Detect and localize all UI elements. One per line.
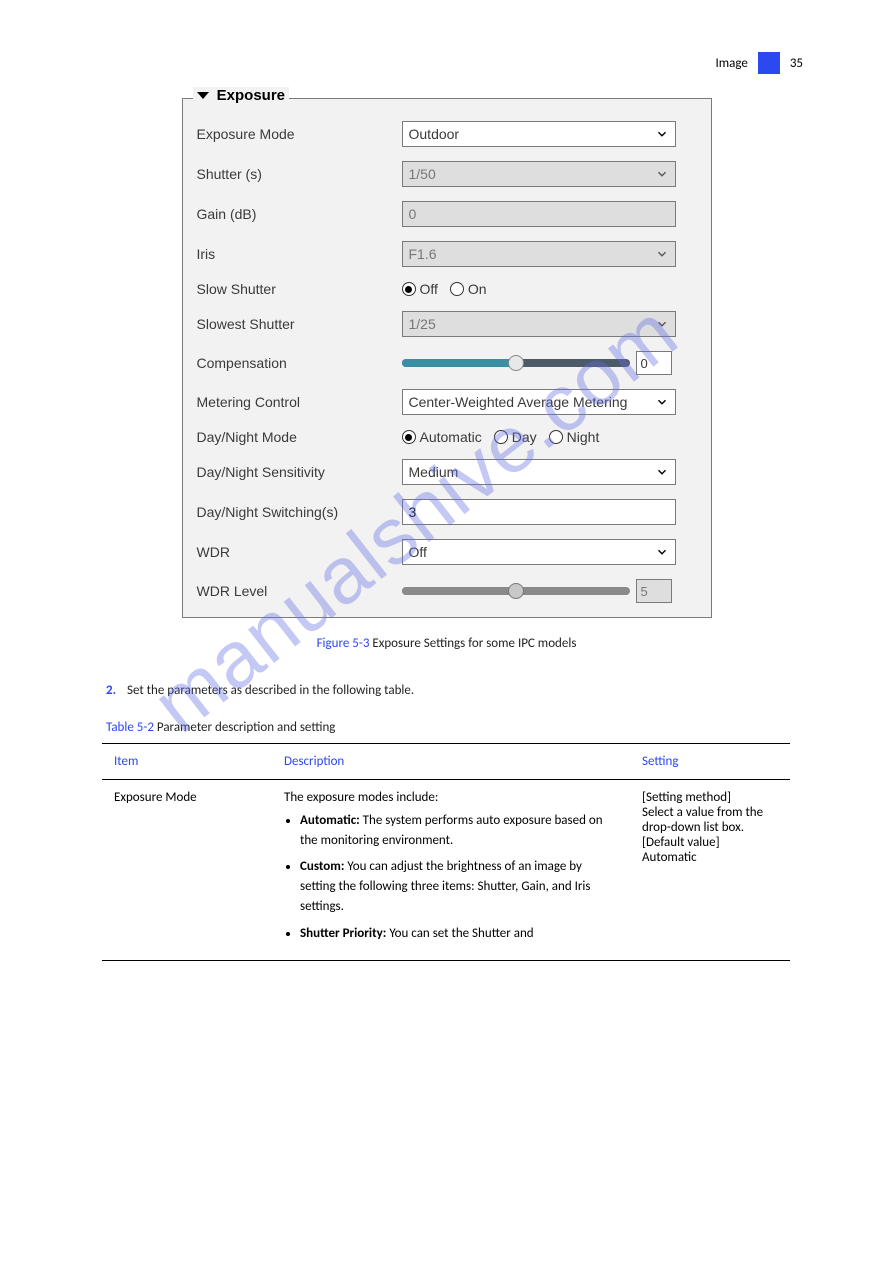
- chevron-down-icon: [655, 395, 669, 409]
- slow-shutter-off-radio[interactable]: Off: [402, 281, 438, 297]
- table-cell-description: The exposure modes include: Automatic: T…: [272, 779, 630, 960]
- iris-value: F1.6: [409, 246, 437, 262]
- table-row: Exposure Mode The exposure modes include…: [102, 779, 790, 960]
- iris-select: F1.6: [402, 241, 676, 267]
- wdr-level-label: WDR Level: [197, 583, 402, 599]
- shutter-select: 1/50: [402, 161, 676, 187]
- header-page-number: 35: [790, 56, 803, 71]
- table-cell-item: Exposure Mode: [102, 779, 272, 960]
- chevron-down-icon: [655, 545, 669, 559]
- chevron-down-icon: [655, 167, 669, 181]
- table-header-setting: Setting: [630, 743, 790, 779]
- metering-control-value: Center-Weighted Average Metering: [409, 394, 628, 410]
- chevron-down-icon: [655, 247, 669, 261]
- instruction-step: 2. Set the parameters as described in th…: [86, 681, 807, 702]
- chevron-down-icon: [655, 465, 669, 479]
- slowest-shutter-value: 1/25: [409, 316, 436, 332]
- wdr-value: Off: [409, 544, 427, 560]
- figure-caption: Figure 5-3 Exposure Settings for some IP…: [86, 636, 807, 651]
- daynight-mode-label: Day/Night Mode: [197, 429, 402, 445]
- table-header-description: Description: [272, 743, 630, 779]
- chevron-down-icon: [655, 127, 669, 141]
- list-item: Custom: You can adjust the brightness of…: [300, 857, 618, 917]
- table-header-row: Item Description Setting: [102, 743, 790, 779]
- table-caption: Table 5-2 Parameter description and sett…: [86, 720, 807, 735]
- slow-shutter-label: Slow Shutter: [197, 281, 402, 297]
- panel-title: Exposure: [217, 87, 285, 104]
- slow-shutter-radiogroup: Off On: [402, 281, 697, 297]
- daynight-auto-radio[interactable]: Automatic: [402, 429, 482, 445]
- daynight-sensitivity-select[interactable]: Medium: [402, 459, 676, 485]
- compensation-value[interactable]: 0: [636, 351, 672, 375]
- wdr-level-slider: [402, 587, 630, 595]
- slider-thumb-icon[interactable]: [508, 355, 524, 371]
- slider-thumb-icon: [508, 583, 524, 599]
- shutter-value: 1/50: [409, 166, 436, 182]
- header-square-icon: [758, 52, 780, 74]
- step-text: Set the parameters as described in the f…: [127, 683, 414, 698]
- exposure-mode-value: Outdoor: [409, 126, 460, 142]
- parameter-table: Item Description Setting Exposure Mode T…: [102, 743, 790, 961]
- wdr-label: WDR: [197, 544, 402, 560]
- table-header-item: Item: [102, 743, 272, 779]
- daynight-day-radio[interactable]: Day: [494, 429, 537, 445]
- daynight-sensitivity-label: Day/Night Sensitivity: [197, 464, 402, 480]
- daynight-switching-input[interactable]: 3: [402, 499, 676, 525]
- slow-shutter-on-radio[interactable]: On: [450, 281, 487, 297]
- table-cell-setting: [Setting method] Select a value from the…: [630, 779, 790, 960]
- slowest-shutter-select: 1/25: [402, 311, 676, 337]
- gain-input: 0: [402, 201, 676, 227]
- header-bar: Image 35: [715, 52, 803, 74]
- wdr-level-value: 5: [636, 579, 672, 603]
- iris-label: Iris: [197, 246, 402, 262]
- daynight-mode-radiogroup: Automatic Day Night: [402, 429, 697, 445]
- collapse-triangle-icon[interactable]: [197, 92, 209, 99]
- wdr-select[interactable]: Off: [402, 539, 676, 565]
- panel-legend[interactable]: Exposure: [193, 87, 290, 104]
- daynight-switching-label: Day/Night Switching(s): [197, 504, 402, 520]
- shutter-label: Shutter (s): [197, 166, 402, 182]
- daynight-sensitivity-value: Medium: [409, 464, 459, 480]
- chevron-down-icon: [655, 317, 669, 331]
- compensation-label: Compensation: [197, 355, 402, 371]
- list-item: Automatic: The system performs auto expo…: [300, 811, 618, 851]
- exposure-panel: Exposure Exposure Mode Outdoor Shutter (…: [182, 98, 712, 618]
- metering-control-select[interactable]: Center-Weighted Average Metering: [402, 389, 676, 415]
- compensation-slider[interactable]: [402, 359, 630, 367]
- step-number: 2.: [106, 683, 116, 698]
- daynight-night-radio[interactable]: Night: [549, 429, 600, 445]
- list-item: Shutter Priority: You can set the Shutte…: [300, 924, 618, 944]
- gain-label: Gain (dB): [197, 206, 402, 222]
- exposure-mode-select[interactable]: Outdoor: [402, 121, 676, 147]
- metering-control-label: Metering Control: [197, 394, 402, 410]
- slowest-shutter-label: Slowest Shutter: [197, 316, 402, 332]
- header-title: Image: [715, 56, 747, 71]
- exposure-mode-label: Exposure Mode: [197, 126, 402, 142]
